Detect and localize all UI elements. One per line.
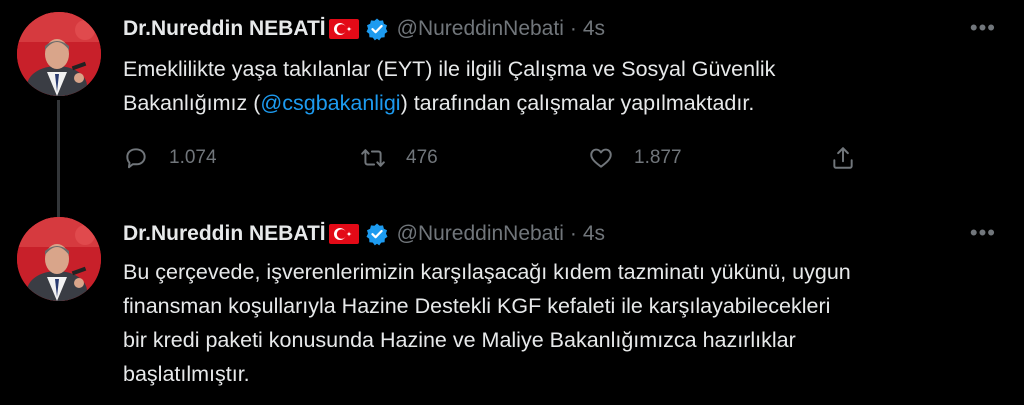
- tweet-text-line: finansman koşullarıyla Hazine Destekli K…: [123, 294, 831, 318]
- tweet-text-line: bir kredi paketi konusunda Hazine ve Mal…: [123, 328, 796, 352]
- verified-badge-icon: [366, 18, 388, 41]
- verified-badge-icon: [366, 223, 388, 246]
- tweet-text-line: başlatılmıştır.: [123, 362, 250, 386]
- separator-dot: ·: [569, 17, 577, 40]
- retweet-button[interactable]: 476: [360, 145, 438, 171]
- turkey-flag-icon: [328, 19, 359, 39]
- separator-dot: ·: [569, 222, 577, 245]
- more-icon[interactable]: •••: [970, 17, 996, 39]
- tweet-text-segment: ) tarafından çalışmalar yapılmaktadır.: [400, 91, 755, 115]
- heart-icon: [590, 148, 612, 168]
- tweet-text: Emeklilikte yaşa takılanlar (EYT) ile il…: [123, 52, 983, 120]
- author-handle[interactable]: @NureddinNebati: [397, 222, 564, 246]
- tweet-timestamp[interactable]: 4s: [583, 17, 605, 41]
- retweet-count: 476: [406, 147, 438, 168]
- tweet-2[interactable]: Dr.Nureddin NEBATİ @NureddinNebati · 4s …: [0, 205, 1024, 405]
- tweet-1[interactable]: Dr.Nureddin NEBATİ @NureddinNebati · 4s …: [0, 0, 1024, 200]
- tweet-text-line: Bakanlığımız (@csgbakanligi) tarafından …: [123, 86, 983, 120]
- tweet-text-line: Bu çerçevede, işverenlerimizin karşılaşa…: [123, 260, 851, 284]
- tweet-timestamp[interactable]: 4s: [583, 222, 605, 246]
- turkey-flag-icon: [328, 224, 359, 244]
- retweet-icon: [361, 149, 385, 167]
- reply-icon: [126, 148, 146, 169]
- share-icon: [833, 147, 853, 169]
- more-icon[interactable]: •••: [970, 222, 996, 244]
- reply-count: 1.074: [169, 147, 217, 168]
- reply-button[interactable]: 1.074: [123, 145, 217, 171]
- author-avatar[interactable]: [17, 12, 101, 96]
- tweet-text-segment: Bakanlığımız (: [123, 91, 261, 115]
- mention-link[interactable]: @csgbakanligi: [260, 91, 400, 115]
- author-avatar[interactable]: [17, 217, 101, 301]
- author-name[interactable]: Dr.Nureddin NEBATİ: [123, 17, 326, 41]
- tweet-actions: 1.074 476 1.877: [123, 145, 883, 175]
- tweet-header: Dr.Nureddin NEBATİ @NureddinNebati · 4s: [123, 14, 605, 44]
- author-handle[interactable]: @NureddinNebati: [397, 17, 564, 41]
- author-name[interactable]: Dr.Nureddin NEBATİ: [123, 222, 326, 246]
- tweet-text: Bu çerçevede, işverenlerimizin karşılaşa…: [123, 255, 983, 391]
- like-count: 1.877: [634, 147, 682, 168]
- like-button[interactable]: 1.877: [588, 145, 682, 171]
- share-button[interactable]: [830, 145, 856, 171]
- tweet-header: Dr.Nureddin NEBATİ @NureddinNebati · 4s: [123, 219, 605, 249]
- tweet-text-line: Emeklilikte yaşa takılanlar (EYT) ile il…: [123, 57, 776, 81]
